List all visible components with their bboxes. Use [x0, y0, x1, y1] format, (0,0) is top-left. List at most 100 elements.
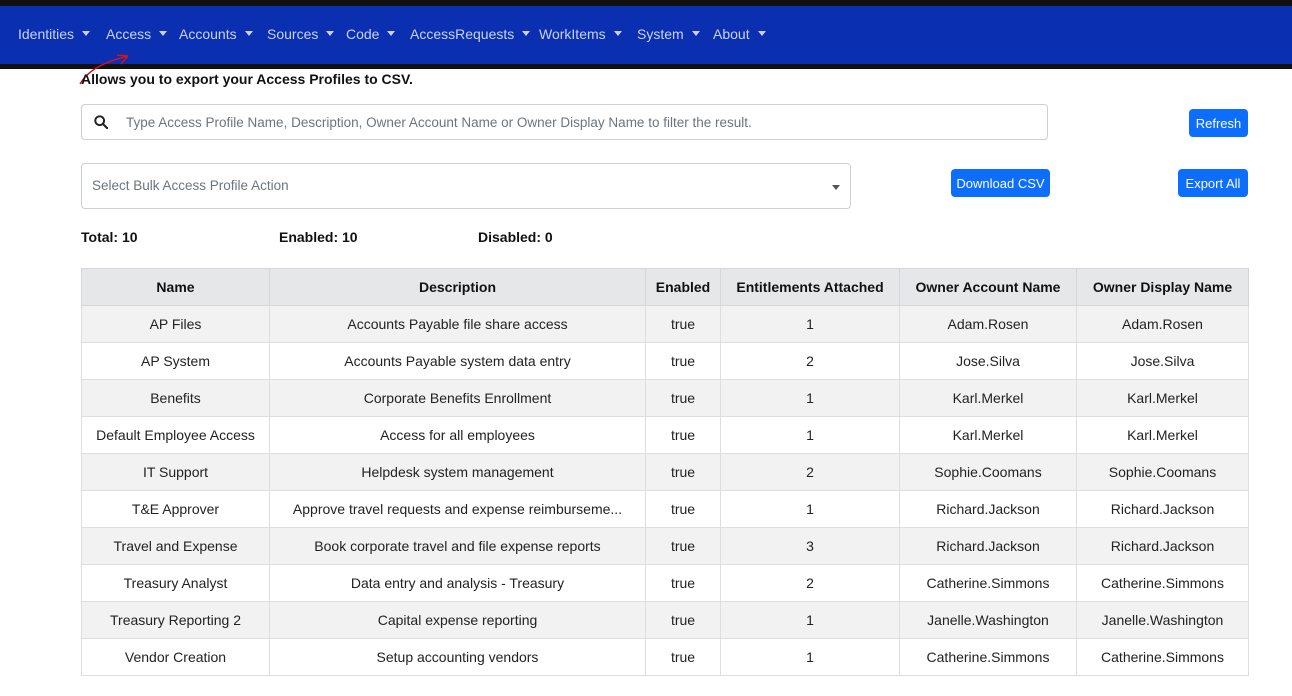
- cell-enabled: true: [645, 416, 721, 454]
- refresh-button[interactable]: Refresh: [1189, 109, 1248, 137]
- column-header-description[interactable]: Description: [269, 268, 646, 306]
- cell-name: T&E Approver: [81, 490, 270, 528]
- cell-enabled: true: [645, 305, 721, 343]
- table-header-row: Name Description Enabled Entitlements At…: [81, 268, 1249, 306]
- top-navbar: Identities Access Accounts Sources Code …: [0, 6, 1292, 69]
- column-header-owner-display[interactable]: Owner Display Name: [1076, 268, 1249, 306]
- cell-entitlements: 2: [720, 453, 900, 491]
- cell-description: Data entry and analysis - Treasury: [269, 564, 646, 602]
- cell-owner-account: Jose.Silva: [899, 342, 1077, 380]
- cell-enabled: true: [645, 379, 721, 417]
- cell-description: Corporate Benefits Enrollment: [269, 379, 646, 417]
- cell-owner-display: Catherine.Simmons: [1076, 638, 1249, 676]
- cell-entitlements: 1: [720, 638, 900, 676]
- cell-owner-display: Karl.Merkel: [1076, 379, 1249, 417]
- cell-name: AP System: [81, 342, 270, 380]
- cell-enabled: true: [645, 564, 721, 602]
- column-header-owner-account[interactable]: Owner Account Name: [899, 268, 1077, 306]
- stat-total: Total: 10: [81, 229, 138, 245]
- table-row[interactable]: Travel and Expense Book corporate travel …: [81, 527, 1249, 565]
- table-row[interactable]: AP System Accounts Payable system data en…: [81, 342, 1249, 380]
- cell-entitlements: 1: [720, 416, 900, 454]
- caret-down-icon: [691, 31, 700, 36]
- table-row[interactable]: IT Support Helpdesk system management true…: [81, 453, 1249, 491]
- nav-label: WorkItems: [539, 26, 606, 42]
- nav-access[interactable]: Access: [106, 26, 168, 42]
- cell-description: Capital expense reporting: [269, 601, 646, 639]
- cell-name: Treasury Analyst: [81, 564, 270, 602]
- cell-owner-display: Adam.Rosen: [1076, 305, 1249, 343]
- search-input[interactable]: [126, 111, 1026, 133]
- column-header-entitlements[interactable]: Entitlements Attached: [720, 268, 900, 306]
- cell-owner-display: Janelle.Washington: [1076, 601, 1249, 639]
- cell-entitlements: 1: [720, 379, 900, 417]
- cell-name: Treasury Reporting 2: [81, 601, 270, 639]
- caret-down-icon: [522, 31, 531, 36]
- caret-down-icon: [757, 31, 766, 36]
- cell-entitlements: 3: [720, 527, 900, 565]
- table-row[interactable]: Vendor Creation Setup accounting vendors t…: [81, 638, 1249, 676]
- nav-label: Code: [346, 26, 380, 42]
- nav-accounts[interactable]: Accounts: [179, 26, 253, 42]
- nav-about[interactable]: About: [713, 26, 766, 42]
- nav-label: System: [637, 26, 684, 42]
- nav-label: About: [713, 26, 750, 42]
- caret-down-icon: [244, 31, 253, 36]
- cell-owner-account: Janelle.Washington: [899, 601, 1077, 639]
- cell-entitlements: 2: [720, 564, 900, 602]
- chevron-down-icon: [832, 185, 840, 190]
- cell-name: Default Employee Access: [81, 416, 270, 454]
- cell-entitlements: 1: [720, 490, 900, 528]
- cell-enabled: true: [645, 490, 721, 528]
- cell-owner-display: Richard.Jackson: [1076, 490, 1249, 528]
- table-row[interactable]: Default Employee Access Access for all em…: [81, 416, 1249, 454]
- table-row[interactable]: T&E Approver Approve travel requests and …: [81, 490, 1249, 528]
- cell-owner-account: Catherine.Simmons: [899, 564, 1077, 602]
- nav-system[interactable]: System: [637, 26, 700, 42]
- nav-accessrequests[interactable]: AccessRequests: [410, 26, 531, 42]
- page-description: Allows you to export your Access Profile…: [81, 71, 413, 87]
- nav-code[interactable]: Code: [346, 26, 396, 42]
- access-profiles-table: Name Description Enabled Entitlements At…: [81, 268, 1249, 676]
- bulk-action-select[interactable]: Select Bulk Access Profile Action: [81, 163, 851, 209]
- bulk-action-placeholder: Select Bulk Access Profile Action: [92, 178, 289, 193]
- column-header-name[interactable]: Name: [81, 268, 270, 306]
- table-row[interactable]: Treasury Reporting 2 Capital expense repo…: [81, 601, 1249, 639]
- export-all-button[interactable]: Export All: [1178, 169, 1248, 197]
- caret-down-icon: [326, 31, 335, 36]
- download-csv-button[interactable]: Download CSV: [951, 169, 1050, 197]
- cell-name: Benefits: [81, 379, 270, 417]
- cell-owner-account: Catherine.Simmons: [899, 638, 1077, 676]
- caret-down-icon: [387, 31, 396, 36]
- stat-disabled: Disabled: 0: [478, 229, 553, 245]
- table-row[interactable]: AP Files Accounts Payable file share acce…: [81, 305, 1249, 343]
- cell-description: Access for all employees: [269, 416, 646, 454]
- search-bar: [81, 104, 1048, 140]
- nav-sources[interactable]: Sources: [267, 26, 335, 42]
- cell-owner-account: Sophie.Coomans: [899, 453, 1077, 491]
- cell-name: Vendor Creation: [81, 638, 270, 676]
- stat-enabled: Enabled: 10: [279, 229, 358, 245]
- nav-workitems[interactable]: WorkItems: [539, 26, 622, 42]
- nav-label: AccessRequests: [410, 26, 515, 42]
- cell-description: Accounts Payable file share access: [269, 305, 646, 343]
- nav-identities[interactable]: Identities: [18, 26, 91, 42]
- caret-down-icon: [613, 31, 622, 36]
- cell-name: AP Files: [81, 305, 270, 343]
- nav-label: Identities: [18, 26, 75, 42]
- cell-owner-display: Jose.Silva: [1076, 342, 1249, 380]
- cell-entitlements: 1: [720, 305, 900, 343]
- cell-owner-display: Richard.Jackson: [1076, 527, 1249, 565]
- table-row[interactable]: Treasury Analyst Data entry and analysis …: [81, 564, 1249, 602]
- cell-enabled: true: [645, 601, 721, 639]
- cell-owner-account: Karl.Merkel: [899, 379, 1077, 417]
- table-row[interactable]: Benefits Corporate Benefits Enrollment tru…: [81, 379, 1249, 417]
- cell-owner-display: Catherine.Simmons: [1076, 564, 1249, 602]
- column-header-enabled[interactable]: Enabled: [645, 268, 721, 306]
- cell-description: Book corporate travel and file expense r…: [269, 527, 646, 565]
- cell-owner-display: Sophie.Coomans: [1076, 453, 1249, 491]
- caret-down-icon: [82, 31, 91, 36]
- cell-description: Approve travel requests and expense reim…: [269, 490, 646, 528]
- search-icon: [94, 115, 108, 129]
- cell-owner-account: Karl.Merkel: [899, 416, 1077, 454]
